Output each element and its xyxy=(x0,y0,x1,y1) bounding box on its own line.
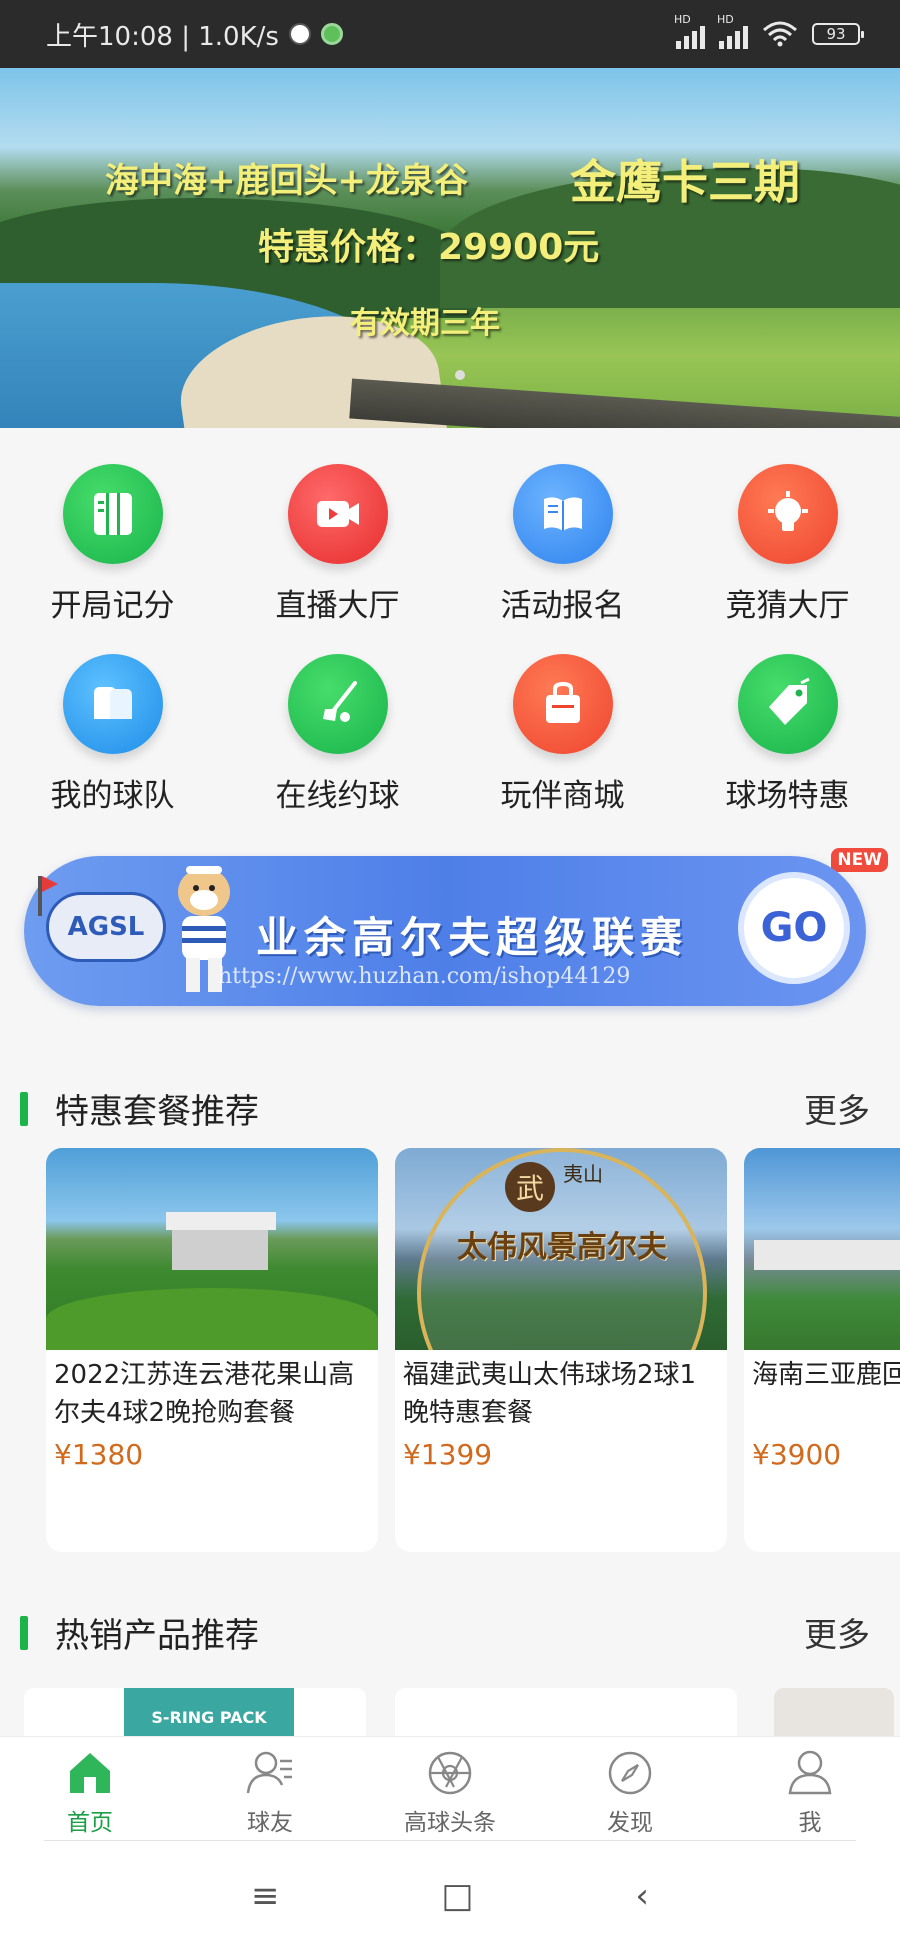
grid-label: 玩伴商城 xyxy=(500,778,625,814)
profile-icon xyxy=(788,1750,832,1795)
grid-label: 我的球队 xyxy=(50,778,175,814)
grid-label: 在线约球 xyxy=(275,778,400,814)
grid-item-events[interactable]: 活动报名 xyxy=(450,440,675,630)
system-nav-bar: ≡ □ ‹ xyxy=(0,1841,900,1950)
tab-label: 我 xyxy=(798,1810,822,1836)
deal-card[interactable]: 2022江苏连云港花果山高尔夫4球2晚抢购套餐 ¥1380 xyxy=(46,1148,378,1552)
grid-item-booking[interactable]: 在线约球 xyxy=(225,630,450,820)
tab-me[interactable]: 我 xyxy=(720,1737,900,1841)
friends-icon xyxy=(246,1751,292,1794)
promo-banner[interactable]: 海中海+鹿回头+龙泉谷 金鹰卡三期 特惠价格：29900元 有效期三年 xyxy=(0,68,900,428)
more-link[interactable]: 更多 xyxy=(804,1084,870,1132)
section-title: 特惠套餐推荐 xyxy=(55,1092,259,1132)
grid-item-guess[interactable]: 竞猜大厅 xyxy=(675,440,900,630)
home-square-icon[interactable]: □ xyxy=(441,1876,473,1916)
deals-carousel[interactable]: 2022江苏连云港花果山高尔夫4球2晚抢购套餐 ¥1380 武 夷山 太伟风景高… xyxy=(0,1148,900,1558)
deal-price: ¥1380 xyxy=(54,1438,144,1471)
grid-item-team[interactable]: 我的球队 xyxy=(0,630,225,820)
banner-highlight: 金鹰卡三期 xyxy=(570,155,800,209)
section-title: 热销产品推荐 xyxy=(55,1616,259,1656)
signal-icon-2: HD xyxy=(717,13,748,49)
grid-label: 开局记分 xyxy=(50,588,175,624)
product-label: S-RING PACK xyxy=(124,1688,294,1736)
hot-products-list[interactable]: S-RING PACK xyxy=(0,1688,900,1736)
banner-validity: 有效期三年 xyxy=(350,306,500,341)
product-card[interactable]: S-RING PACK xyxy=(24,1688,366,1736)
grid-label: 活动报名 xyxy=(500,588,625,624)
signal-icon: HD xyxy=(674,13,705,49)
hot-section-header: 热销产品推荐 更多 xyxy=(0,1602,900,1662)
product-card[interactable] xyxy=(395,1688,737,1736)
golf-flag-icon xyxy=(38,876,58,916)
deal-price: ¥3900 xyxy=(752,1438,842,1471)
compass-icon xyxy=(608,1751,652,1795)
tab-home[interactable]: 首页 xyxy=(0,1737,180,1841)
deal-image: 武 夷山 太伟风景高尔夫 xyxy=(395,1148,727,1350)
league-title: 业余高尔夫超级联赛 xyxy=(256,913,689,962)
qq-icon xyxy=(288,23,311,45)
app-notification-icon xyxy=(320,23,343,45)
grid-label: 直播大厅 xyxy=(275,588,400,624)
grid-label: 球场特惠 xyxy=(725,778,850,814)
golf-club-icon xyxy=(287,654,388,754)
tab-label: 高球头条 xyxy=(404,1810,496,1836)
tag-icon xyxy=(737,654,838,754)
tab-label: 首页 xyxy=(67,1810,113,1836)
tab-friends[interactable]: 球友 xyxy=(180,1737,360,1841)
grid-item-scoring[interactable]: 开局记分 xyxy=(0,440,225,630)
deal-card[interactable]: 武 夷山 太伟风景高尔夫 福建武夷山太伟球场2球1晚特惠套餐 ¥1399 xyxy=(395,1148,727,1552)
tab-golf-news[interactable]: 高球头条 xyxy=(360,1737,540,1841)
tab-discover[interactable]: 发现 xyxy=(540,1737,720,1841)
league-logo: AGSL xyxy=(46,892,166,962)
menu-icon[interactable]: ≡ xyxy=(251,1876,280,1916)
video-camera-icon xyxy=(287,464,388,564)
grid-item-live[interactable]: 直播大厅 xyxy=(225,440,450,630)
go-button[interactable]: GO xyxy=(738,872,850,984)
bottom-tab-bar: 首页 球友 高球头条 发现 我 xyxy=(0,1736,900,1841)
tab-label: 球友 xyxy=(247,1810,293,1836)
grid-item-course-deals[interactable]: 球场特惠 NEW xyxy=(675,630,900,872)
carousel-indicator xyxy=(455,370,465,380)
deal-price: ¥1399 xyxy=(403,1438,493,1471)
banner-title: 海中海+鹿回头+龙泉谷 xyxy=(105,161,468,201)
wifi-icon xyxy=(763,21,797,47)
status-bar: 上午10:08 | 1.0K/s HD HD 93 xyxy=(0,0,900,68)
deal-image xyxy=(46,1148,378,1350)
more-link[interactable]: 更多 xyxy=(804,1608,870,1656)
deal-card[interactable]: 海南三亚鹿回头龙泉谷超值 ¥3900 xyxy=(744,1148,900,1552)
section-accent-bar xyxy=(20,1616,28,1650)
lightbulb-icon xyxy=(737,464,838,564)
back-icon[interactable]: ‹ xyxy=(635,1876,649,1916)
deal-name: 福建武夷山太伟球场2球1晚特惠套餐 xyxy=(403,1360,697,1428)
shopping-bag-icon xyxy=(512,654,613,754)
section-accent-bar xyxy=(20,1092,28,1126)
home-icon xyxy=(70,1753,110,1793)
deals-section-header: 特惠套餐推荐 更多 xyxy=(0,1078,900,1138)
grid-label: 竞猜大厅 xyxy=(725,588,850,624)
banner-price: 特惠价格：29900元 xyxy=(258,227,600,268)
deal-name: 海南三亚鹿回头龙泉谷超值 xyxy=(752,1360,900,1390)
book-icon xyxy=(512,464,613,564)
aperture-icon xyxy=(428,1751,472,1795)
deal-image xyxy=(744,1148,900,1350)
feature-grid: 开局记分 直播大厅 活动报名 竞猜大厅 我的球队 在线约球 玩伴商城 球场特惠 … xyxy=(0,440,900,872)
deal-name: 2022江苏连云港花果山高尔夫4球2晚抢购套餐 xyxy=(54,1360,355,1428)
watermark-text: https://www.huzhan.com/ishop44129 xyxy=(218,964,631,989)
product-card[interactable] xyxy=(774,1688,894,1736)
tab-label: 发现 xyxy=(607,1810,653,1836)
battery-icon: 93 xyxy=(812,23,864,45)
grid-item-mall[interactable]: 玩伴商城 xyxy=(450,630,675,820)
scorecard-icon xyxy=(62,464,163,564)
status-time: 上午10:08 | 1.0K/s xyxy=(46,21,279,52)
team-icon xyxy=(62,654,163,754)
new-badge: NEW xyxy=(831,848,888,872)
